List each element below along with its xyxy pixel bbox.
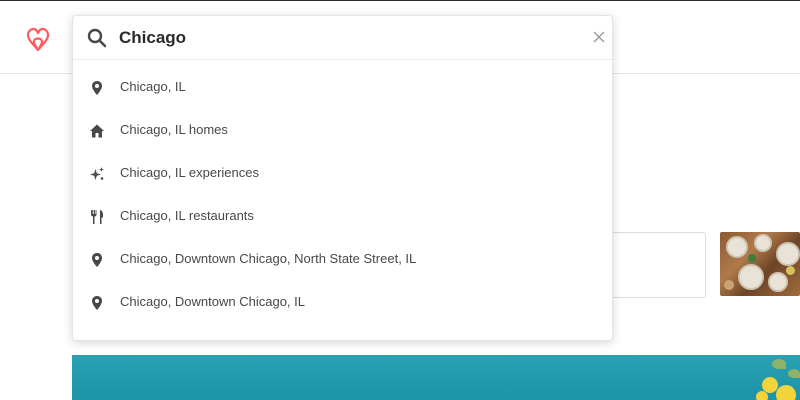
location-pin-icon (92, 253, 102, 267)
restaurant-photo[interactable] (720, 232, 800, 296)
hero-banner-image[interactable] (72, 355, 800, 400)
suggestion-item[interactable]: Chicago, IL homes (73, 109, 612, 152)
suggestion-item[interactable]: Chicago, IL (73, 66, 612, 109)
home-icon (90, 124, 104, 138)
airbnb-logo-icon[interactable] (24, 23, 52, 53)
suggestion-item[interactable]: Chicago, IL restaurants (73, 195, 612, 238)
search-bar (73, 16, 612, 60)
suggestion-item[interactable]: Chicago, Downtown Chicago, North State S… (73, 238, 612, 281)
search-autocomplete-panel: Chicago, IL Chicago, IL homes Chicago, I… (72, 15, 613, 341)
close-icon[interactable] (591, 29, 607, 45)
suggestion-label: Chicago, Downtown Chicago, North State S… (120, 251, 417, 266)
suggestion-list: Chicago, IL Chicago, IL homes Chicago, I… (73, 66, 612, 324)
suggestion-label: Chicago, Downtown Chicago, IL (120, 294, 305, 309)
search-icon (87, 28, 107, 48)
location-pin-icon (92, 81, 102, 95)
suggestion-item[interactable]: Chicago, Downtown Chicago, IL (73, 281, 612, 324)
suggestion-label: Chicago, IL restaurants (120, 208, 254, 223)
location-pin-icon (92, 296, 102, 310)
suggestion-item[interactable]: Chicago, IL experiences (73, 152, 612, 195)
suggestion-label: Chicago, IL homes (120, 122, 228, 137)
search-input[interactable] (119, 23, 579, 53)
fork-knife-icon (91, 210, 103, 224)
sparkle-icon (90, 167, 104, 180)
suggestion-label: Chicago, IL experiences (120, 165, 259, 180)
suggestion-label: Chicago, IL (120, 79, 186, 94)
